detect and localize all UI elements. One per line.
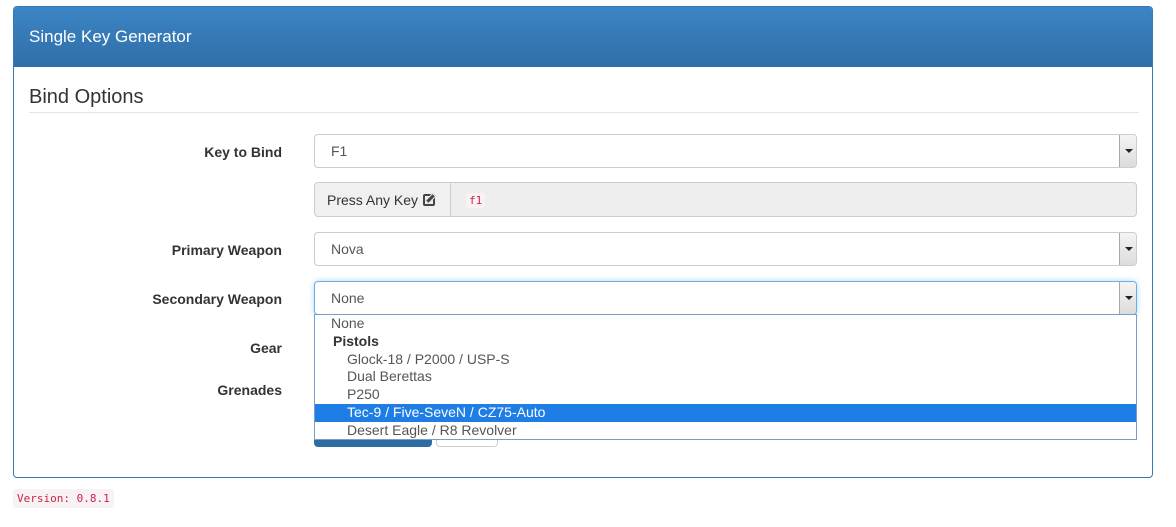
version-badge: Version: 0.8.1	[13, 489, 114, 508]
key-to-bind-label: Key to Bind	[204, 144, 282, 160]
secondary-weapon-label: Secondary Weapon	[152, 291, 282, 307]
edit-icon	[423, 194, 436, 206]
generator-panel: Single Key Generator Bind Options Key to…	[13, 6, 1153, 478]
bind-options-legend: Bind Options	[29, 86, 1139, 113]
chevron-down-icon[interactable]	[1119, 135, 1136, 167]
dropdown-option-tec9[interactable]: Tec-9 / Five-SeveN / CZ75-Auto	[315, 403, 1136, 422]
chevron-down-icon[interactable]	[1119, 282, 1136, 314]
secondary-weapon-dropdown[interactable]: None Pistols Glock-18 / P2000 / USP-S Du…	[314, 314, 1137, 440]
dropdown-option-dual-berettas[interactable]: Dual Berettas	[315, 368, 1136, 386]
press-any-key-label: Press Any Key	[327, 192, 419, 208]
dropdown-option-desert-eagle[interactable]: Desert Eagle / R8 Revolver	[315, 422, 1136, 440]
gear-label: Gear	[250, 340, 282, 356]
key-to-bind-value: F1	[331, 143, 348, 159]
press-any-key-button[interactable]: Press Any Key	[315, 183, 451, 216]
dropdown-group-pistols: Pistols	[333, 332, 379, 349]
chevron-down-icon[interactable]	[1119, 233, 1136, 265]
key-to-bind-select[interactable]: F1	[314, 134, 1137, 168]
primary-weapon-value: Nova	[331, 241, 364, 257]
captured-key-code: f1	[466, 193, 486, 208]
primary-weapon-label: Primary Weapon	[171, 242, 282, 258]
secondary-weapon-select[interactable]: None	[314, 281, 1137, 315]
primary-weapon-select[interactable]: Nova	[314, 232, 1137, 266]
dropdown-option-p250[interactable]: P250	[315, 386, 1136, 404]
panel-title: Single Key Generator	[14, 7, 1152, 67]
dropdown-option-none[interactable]: None	[315, 315, 1136, 333]
press-key-group: Press Any Key f1	[314, 182, 1137, 217]
dropdown-option-glock[interactable]: Glock-18 / P2000 / USP-S	[315, 351, 1136, 369]
secondary-weapon-value: None	[331, 290, 365, 306]
grenades-label: Grenades	[217, 382, 282, 398]
